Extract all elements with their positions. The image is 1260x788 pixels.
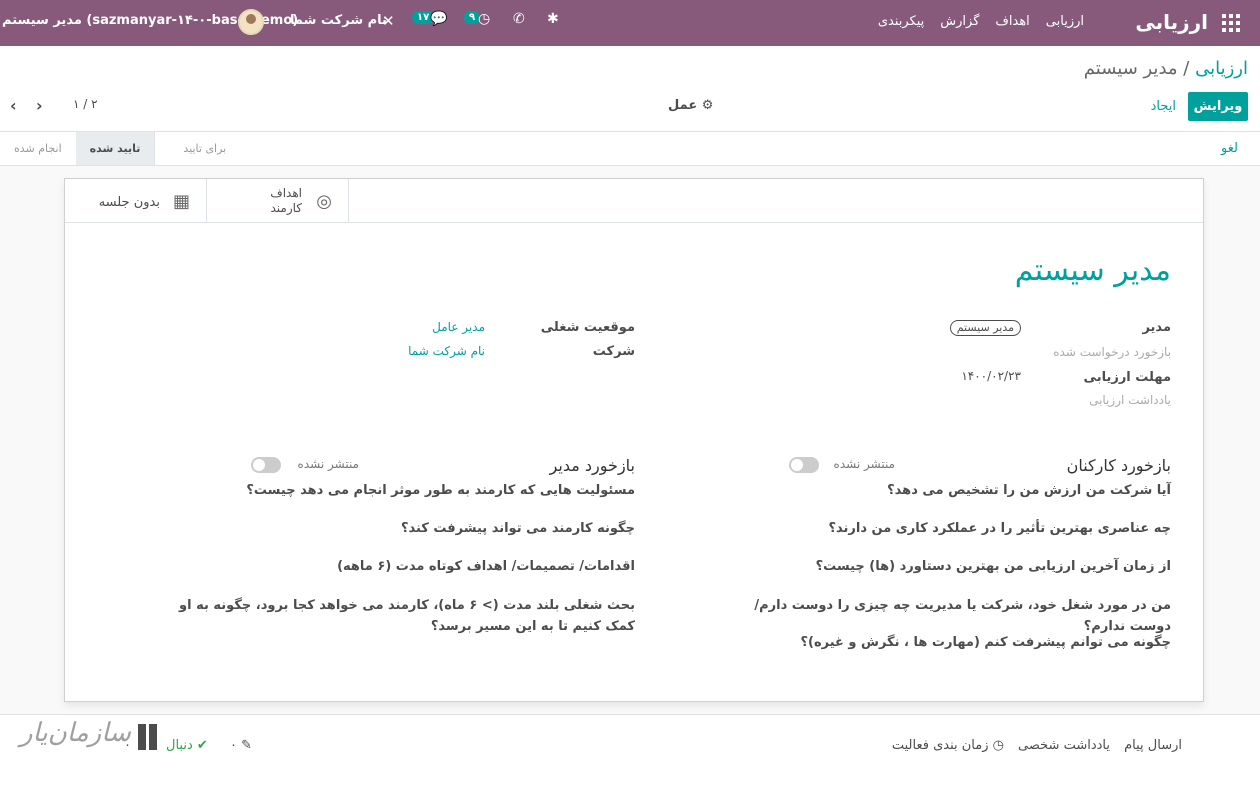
goals-label-line1: اهداف [270,186,302,200]
meeting-label: بدون جلسه [98,195,160,210]
manager-tag: مدیر سیستم [949,320,1021,336]
manager-label: مدیر [1142,320,1171,335]
chat-icon[interactable]: 💬 [430,11,447,27]
employee-question: چگونه می توانم پیشرفت کنم (مهارت ها ، نگ… [800,635,1171,650]
log-note-button[interactable]: یادداشت شخصی [1018,738,1110,753]
stage-confirmed[interactable]: تایید شده [75,132,155,165]
breadcrumb-parent[interactable]: ارزیابی [1195,58,1248,79]
menu-item-goals[interactable]: اهداف [995,14,1029,29]
pager-previous-icon[interactable]: ‹ [10,96,17,115]
goals-smart-button[interactable]: ◎ اهداف کارمند [207,179,349,223]
watermark-logo [138,724,160,750]
meeting-smart-button[interactable]: ▦ بدون جلسه [65,179,207,223]
breadcrumb: ارزیابی / مدیر سیستم [1084,58,1248,79]
action-menu[interactable]: عمل ⚙ [668,98,713,113]
bug-icon[interactable]: ✱ [547,11,559,27]
employee-feedback-publish-toggle[interactable] [789,457,819,473]
breadcrumb-separator: / [1183,58,1190,79]
job-position-label: موقعیت شغلی [540,320,635,335]
paperclip-icon: ✎ [241,738,253,753]
pager-value[interactable]: ۱ / ۲ [73,97,98,111]
deadline-field[interactable]: ۱۴۰۰/۰۲/۲۳ [961,369,1021,383]
follow-button[interactable]: دنبال ✔ [166,738,208,753]
company-icon[interactable]: ✕ [382,12,395,30]
top-navbar: ارزیابی ارزیابی اهداف گزارش پیکربندی مدی… [0,0,1260,46]
breadcrumb-current: مدیر سیستم [1083,58,1178,79]
job-position-field[interactable]: مدیر عامل [432,320,485,334]
attachments-button[interactable]: ۰ ✎ [230,738,252,753]
company-label: شرکت [592,344,635,359]
stage-pipeline: برای تایید تایید شده انجام شده [0,132,254,165]
schedule-activity-label: زمان بندی فعالیت [891,738,989,753]
goals-label-line2: کارمند [270,201,302,215]
appraisal-note-label: یادداشت ارزیابی [1089,393,1171,407]
gear-icon: ⚙ [701,98,714,113]
menu-item-reporting[interactable]: گزارش [940,14,979,29]
app-name[interactable]: ارزیابی [1135,10,1208,34]
manager-question: بحث شغلی بلند مدت (> ۶ ماه)، کارمند می خ… [179,598,635,634]
cancel-button[interactable]: لغو [1221,141,1238,156]
apps-menu-icon[interactable] [1222,14,1240,32]
goals-label: اهداف کارمند [270,186,302,216]
avatar[interactable] [238,9,264,35]
employee-feedback-title: بازخورد کارکنان [1066,456,1171,475]
employee-feedback-publish-label: منتشر نشده [833,457,895,471]
manager-field[interactable]: مدیر سیستم [949,320,1021,336]
attachments-count: ۰ [230,738,237,753]
employee-question: از زمان آخرین ارزیابی من بهترین دستاورد … [815,559,1171,574]
main-menu: ارزیابی اهداف گزارش پیکربندی [878,14,1084,29]
pager-next-icon[interactable]: › [36,96,43,115]
manager-question: مسئولیت هایی که کارمند به طور موثر انجام… [246,483,635,498]
stage-to-confirm[interactable]: برای تایید [154,132,254,165]
stage-done[interactable]: انجام شده [0,132,76,165]
bullseye-icon: ◎ [316,191,332,212]
chatter: ارسال پیام یادداشت شخصی زمان بندی فعالیت… [0,714,1260,788]
send-message-button[interactable]: ارسال پیام [1124,738,1182,753]
phone-icon[interactable]: ✆ [513,11,525,27]
status-bar: لغو برای تایید تایید شده انجام شده [0,131,1260,166]
watermark-text: سازمان‌یار [20,718,131,748]
feedback-requested-label: بازخورد درخواست شده [1053,345,1171,359]
action-label: عمل [668,98,698,113]
employee-question: چه عناصری بهترین تأثیر را در عملکرد کاری… [828,521,1171,536]
manager-feedback-publish-label: منتشر نشده [297,457,359,471]
create-button[interactable]: ایجاد [1151,99,1176,114]
smart-buttons: ▦ بدون جلسه ◎ اهداف کارمند [65,179,1203,223]
company-field[interactable]: نام شرکت شما [408,344,485,358]
deadline-label: مهلت ارزیابی [1083,370,1171,385]
manager-question: چگونه کارمند می تواند پیشرفت کند؟ [400,521,635,536]
employee-name: مدیر سیستم [1014,253,1171,288]
manager-feedback-title: بازخورد مدیر [549,456,635,475]
form-sheet: ▦ بدون جلسه ◎ اهداف کارمند مدیر سیستم مد… [64,178,1204,702]
employee-question: آیا شرکت من ارزش من را تشخیص می دهد؟ [887,483,1171,498]
follow-label: دنبال [166,738,193,753]
menu-item-appraisal[interactable]: ارزیابی [1046,14,1084,29]
employee-question: من در مورد شغل خود، شرکت یا مدیریت چه چی… [754,598,1171,634]
clock-icon[interactable]: ◷ [478,11,490,27]
schedule-activity-button[interactable]: زمان بندی فعالیت ◷ [892,738,1004,753]
menu-item-configuration[interactable]: پیکربندی [878,14,924,29]
check-icon: ✔ [196,738,208,753]
manager-question: اقدامات/ تصمیمات/ اهداف کوتاه مدت (۶ ماه… [337,559,635,574]
edit-button[interactable]: ویرایش [1188,92,1248,121]
clock-icon: ◷ [992,738,1004,753]
calendar-icon: ▦ [172,191,190,212]
company-switcher[interactable]: نام شرکت شما [290,13,387,28]
manager-feedback-publish-toggle[interactable] [251,457,281,473]
